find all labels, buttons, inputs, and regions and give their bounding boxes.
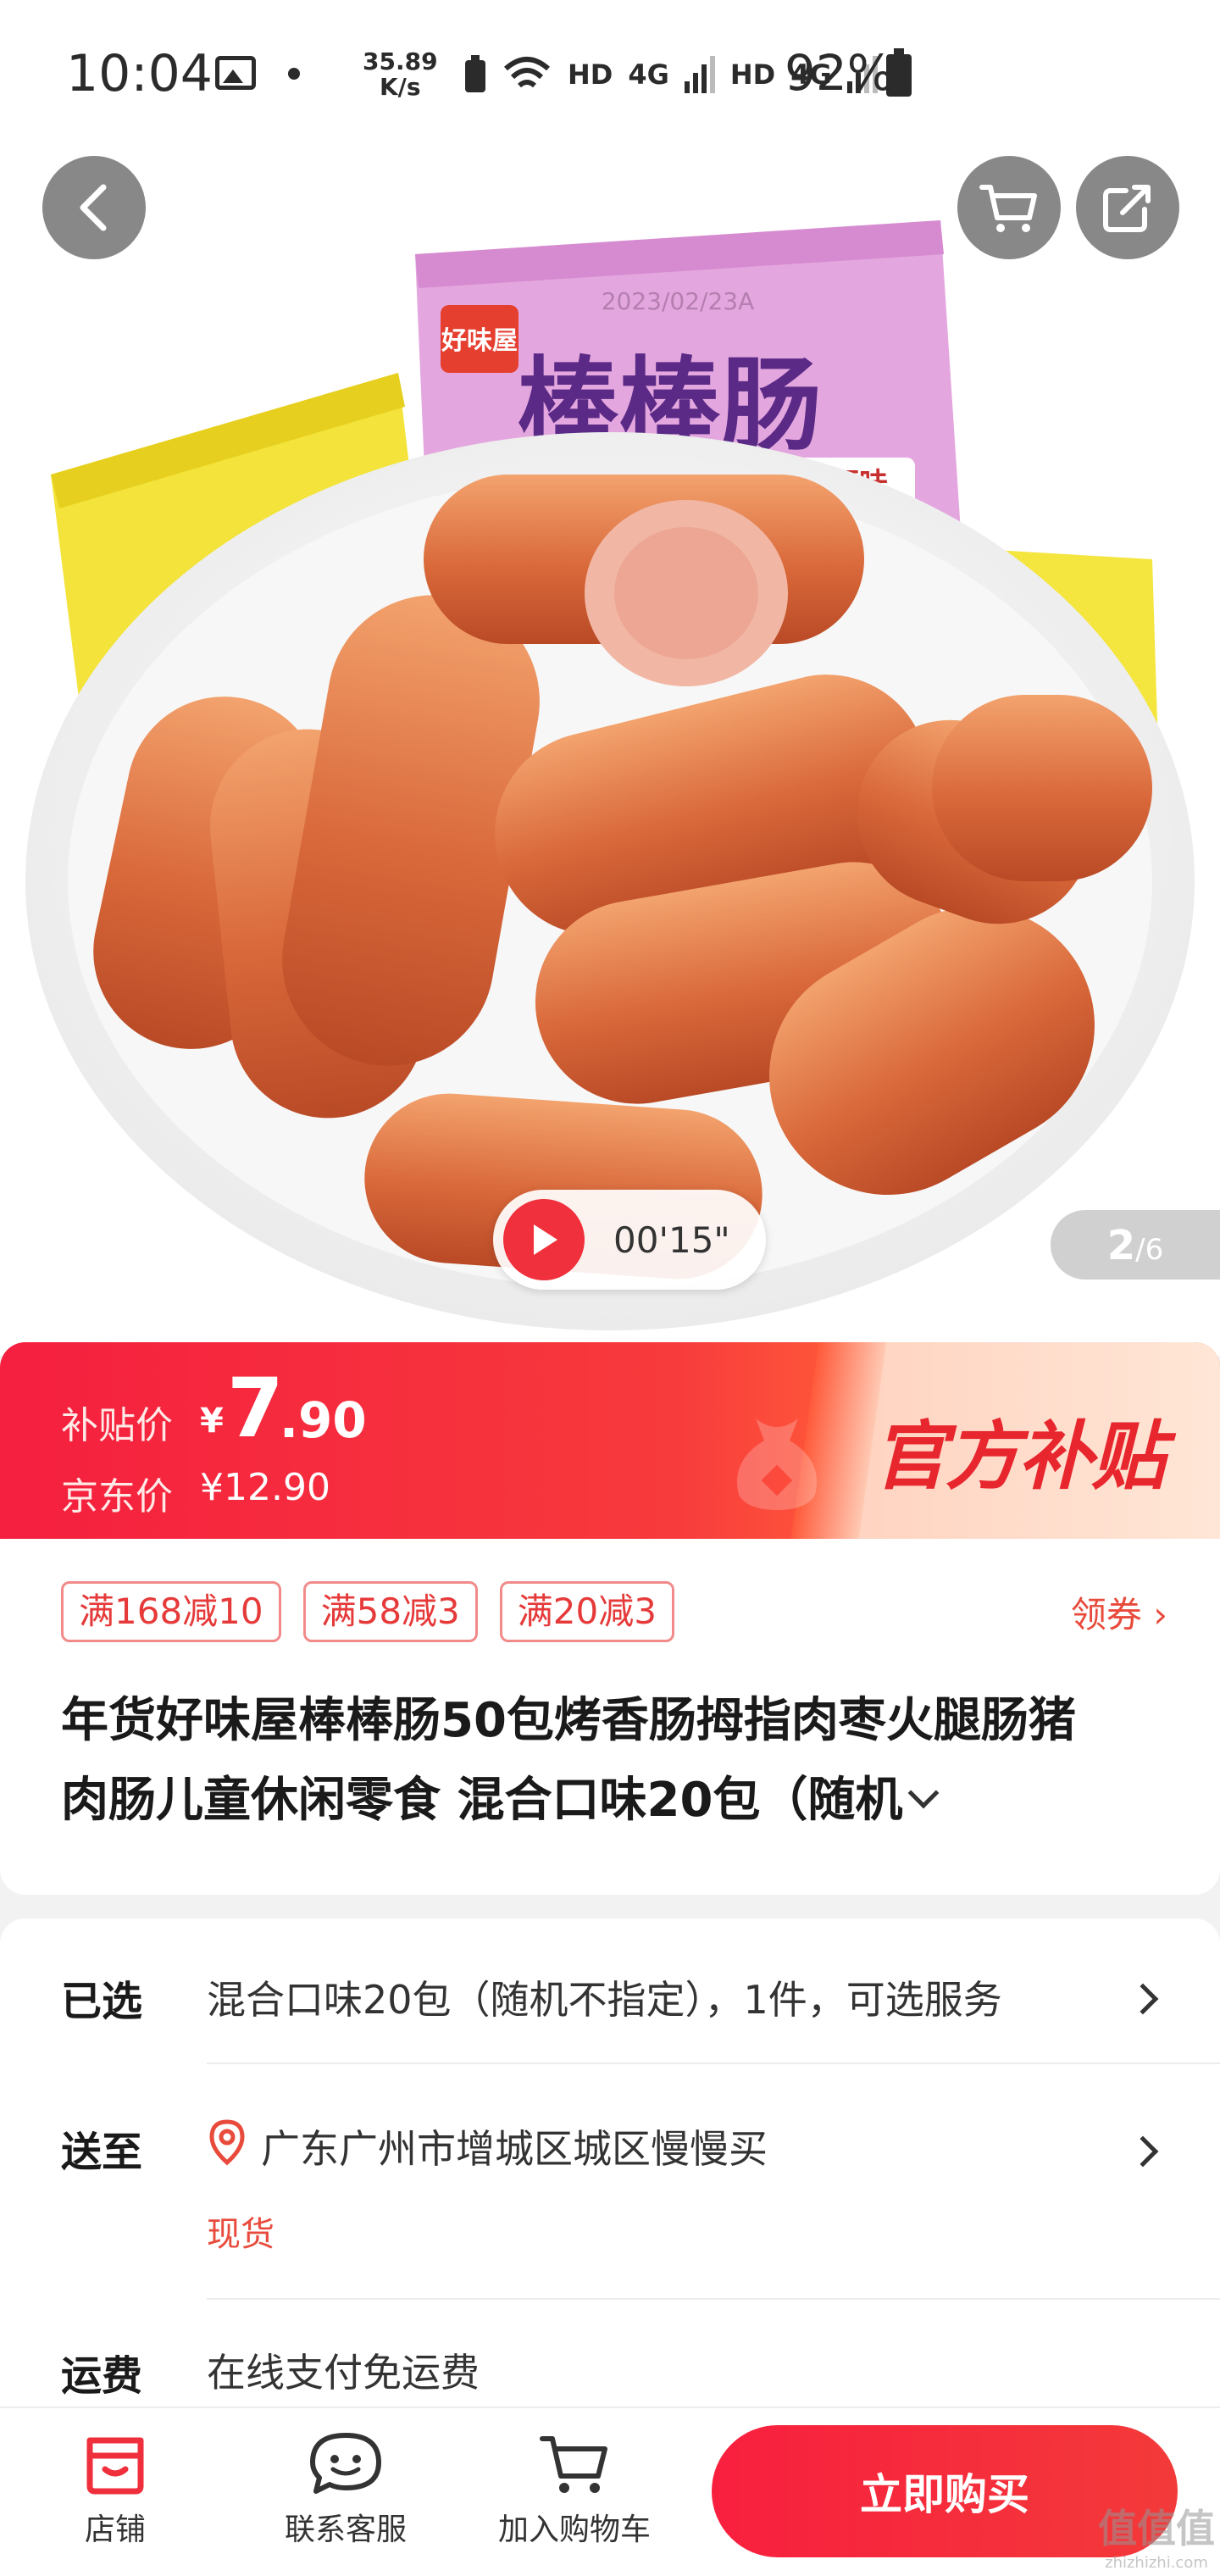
play-icon bbox=[503, 1199, 585, 1280]
wifi-icon bbox=[504, 57, 550, 88]
video-play-button[interactable]: 00'15" bbox=[493, 1190, 766, 1290]
notification-dot-icon bbox=[288, 68, 300, 80]
network-type-1: 4G bbox=[628, 58, 669, 91]
subsidy-price-decimal: .90 bbox=[280, 1391, 367, 1449]
cart-button[interactable] bbox=[957, 156, 1061, 259]
product-title-card: 满168减10 满58减3 满20减3 领券 › 年货好味屋棒棒肠50包烤香肠拇… bbox=[0, 1539, 1220, 1895]
selected-value: 混合口味20包（随机不指定），1件，可选服务 bbox=[207, 1977, 1002, 2023]
add-to-cart-label: 加入购物车 bbox=[497, 2512, 651, 2547]
chevron-right-icon bbox=[1127, 1983, 1159, 2015]
subsidy-price-label: 补贴价 bbox=[61, 1404, 173, 1447]
currency-symbol: ¥ bbox=[200, 1402, 224, 1441]
jd-price-label: 京东价 bbox=[61, 1475, 173, 1518]
battery-saver-icon bbox=[465, 55, 485, 92]
share-button[interactable] bbox=[1076, 156, 1179, 259]
coupon-tag[interactable]: 满168减10 bbox=[61, 1581, 281, 1642]
get-coupon-link[interactable]: 领券 › bbox=[1071, 1586, 1167, 1638]
coupon-tag[interactable]: 满58减3 bbox=[302, 1581, 478, 1642]
divider bbox=[207, 2062, 1220, 2064]
coupon-tag[interactable]: 满20减3 bbox=[499, 1581, 674, 1642]
money-bag-icon bbox=[737, 1418, 817, 1510]
subsidy-price-integer: 7 bbox=[227, 1361, 284, 1456]
share-icon bbox=[1103, 185, 1151, 232]
gallery-notification-icon bbox=[215, 56, 256, 90]
video-duration: 00'15" bbox=[613, 1219, 730, 1261]
svg-text:2023/02/23A: 2023/02/23A bbox=[602, 287, 755, 315]
add-to-cart-tab[interactable]: 加入购物车 bbox=[481, 2430, 668, 2549]
hd-label-1: HD bbox=[568, 58, 613, 91]
freight-value: 在线支付免运费 bbox=[207, 2350, 480, 2396]
location-pin-icon bbox=[209, 2119, 245, 2166]
jd-price: ¥12.90 bbox=[200, 1466, 330, 1509]
product-title[interactable]: 年货好味屋棒棒肠50包烤香肠拇指肉枣火腿肠猪 肉肠儿童休闲零食 混合口味20包（… bbox=[61, 1681, 1162, 1840]
product-image-carousel[interactable]: 好味屋 棒棒肠 火鸡面味 2023/02/23A bbox=[0, 0, 1220, 1356]
image-counter: 2 /6 bbox=[1051, 1210, 1220, 1280]
battery-percent: 92% bbox=[785, 44, 894, 102]
cart-icon bbox=[979, 185, 1037, 232]
hd-label-2: HD bbox=[729, 58, 776, 91]
shop-label: 店铺 bbox=[84, 2512, 146, 2547]
shop-tab[interactable]: 店铺 bbox=[22, 2430, 208, 2549]
shop-icon bbox=[86, 2437, 144, 2495]
back-arrow-icon bbox=[80, 184, 107, 231]
network-speed: 35.89 K/s bbox=[363, 47, 438, 101]
customer-service-tab[interactable]: 联系客服 bbox=[252, 2430, 439, 2549]
chevron-right-icon bbox=[1127, 2135, 1159, 2168]
signal-bars-icon bbox=[684, 56, 715, 93]
price-banner: 补贴价 ¥ 7 .90 京东价 ¥12.90 官方补贴 bbox=[0, 1342, 1220, 1539]
stock-status: 现货 bbox=[207, 2215, 274, 2254]
ship-to-address: 广东广州市增城区城区慢慢买 bbox=[261, 2126, 768, 2172]
selected-label: 已选 bbox=[61, 1978, 143, 2025]
official-subsidy-text: 官方补贴 bbox=[873, 1412, 1166, 1500]
bottom-action-bar: 店铺 联系客服 加入购物车 立即购买 bbox=[0, 2407, 1220, 2576]
customer-service-icon bbox=[310, 2433, 381, 2494]
add-cart-icon bbox=[540, 2436, 607, 2493]
site-watermark: 值值值 zhizhizhi.com bbox=[1098, 2506, 1215, 2572]
divider bbox=[207, 2298, 1220, 2300]
clock: 10:04 bbox=[66, 44, 213, 103]
coupon-list: 满168减10 满58减3 满20减3 bbox=[61, 1581, 674, 1644]
back-button[interactable] bbox=[42, 156, 146, 259]
svg-text:好味屋: 好味屋 bbox=[441, 326, 518, 356]
customer-service-label: 联系客服 bbox=[284, 2512, 407, 2547]
purchase-info-card: 已选 混合口味20包（随机不指定），1件，可选服务 送至 广东广州市增城区城区慢… bbox=[0, 1918, 1220, 2427]
product-detail-page: 好味屋 棒棒肠 火鸡面味 2023/02/23A bbox=[0, 0, 1220, 2576]
ship-to-label: 送至 bbox=[61, 2129, 143, 2176]
expand-chevron-icon[interactable] bbox=[908, 1777, 940, 1809]
status-bar: 10:04 35.89 K/s HD 4G HD 4G 92% bbox=[0, 0, 1220, 153]
battery-icon bbox=[886, 48, 912, 97]
freight-label: 运费 bbox=[61, 2352, 143, 2400]
